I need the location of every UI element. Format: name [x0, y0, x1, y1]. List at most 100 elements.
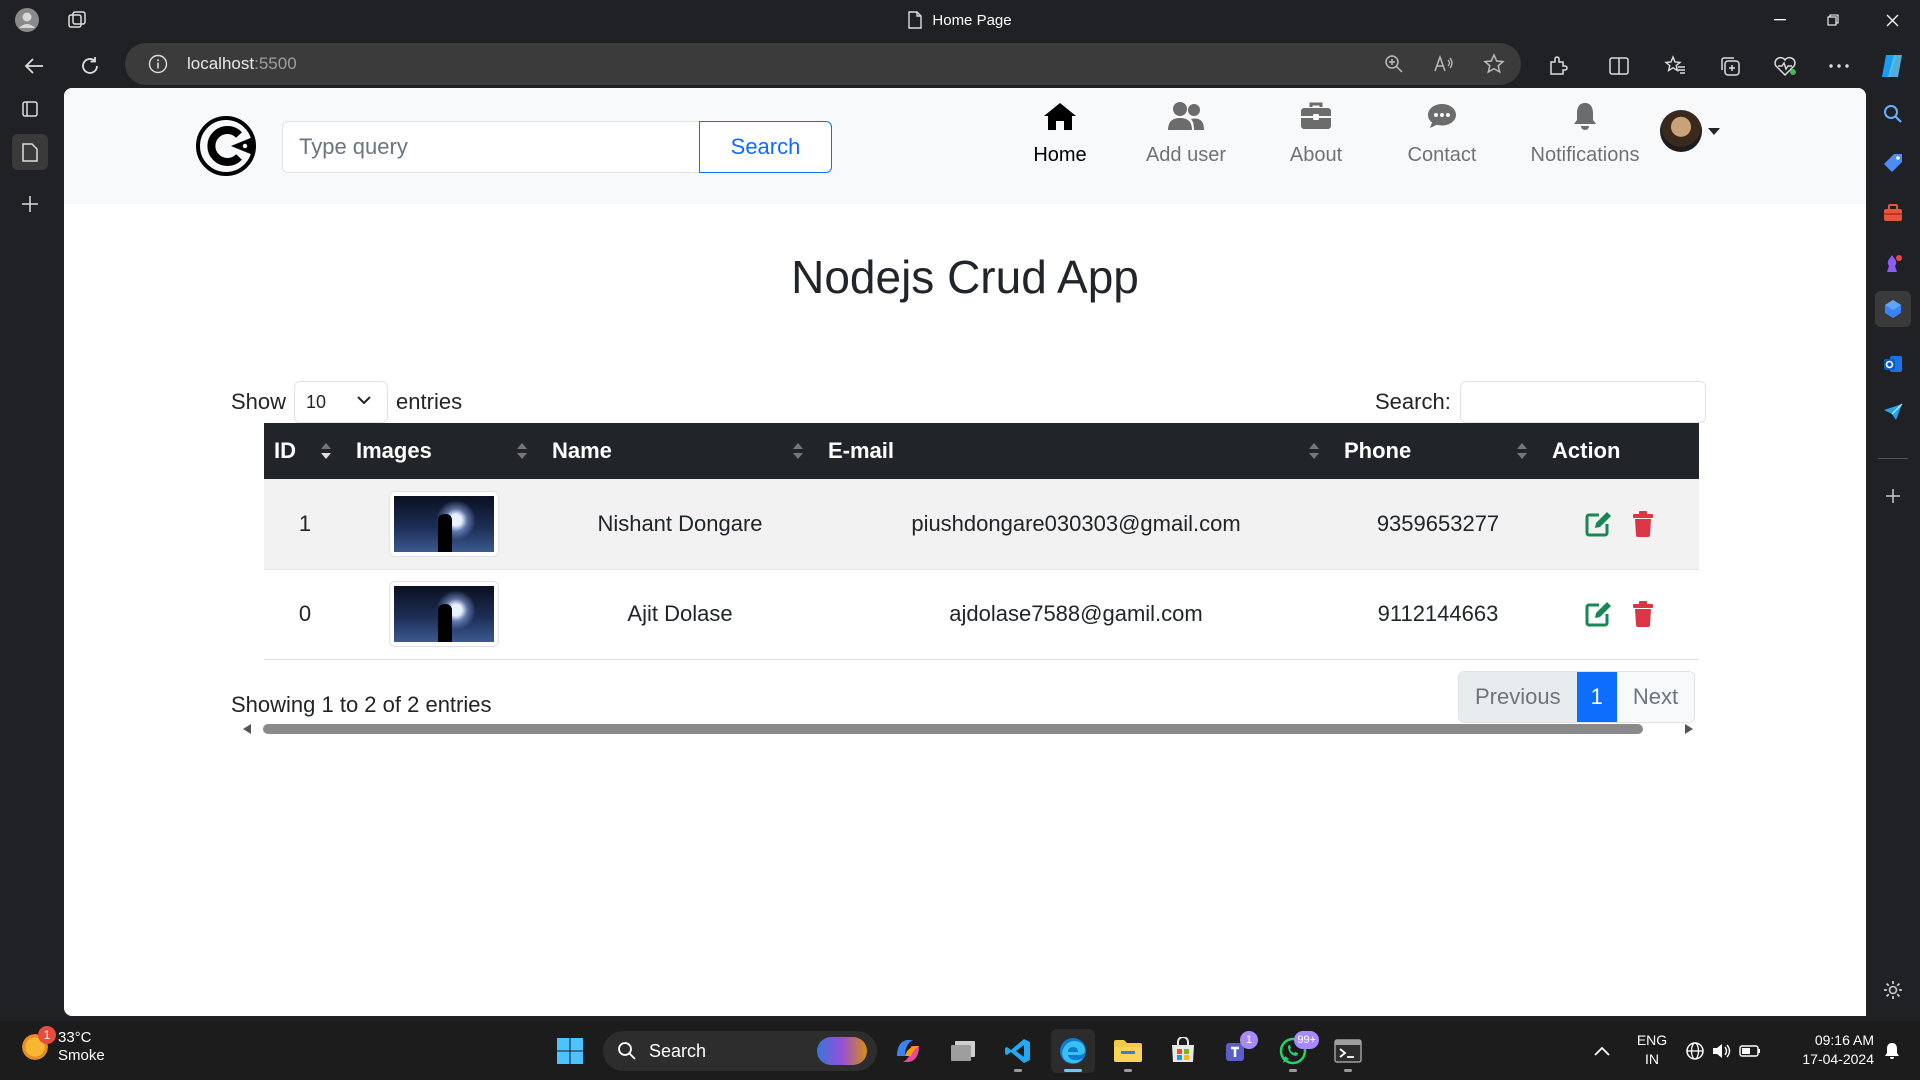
whatsapp-badge: 99+ [1294, 1031, 1319, 1049]
next-button[interactable]: Next [1616, 672, 1695, 722]
back-button[interactable] [16, 48, 52, 84]
nav-notifications-label: Notifications [1530, 144, 1640, 166]
games-icon[interactable] [1875, 245, 1911, 281]
entries-select[interactable]: 10 [294, 381, 389, 423]
new-tab-button[interactable] [12, 186, 48, 222]
column-header-action: Action [1542, 423, 1699, 479]
avatar[interactable] [1660, 110, 1702, 152]
browser-essentials-icon[interactable] [1767, 48, 1803, 84]
shopping-tag-icon[interactable] [1875, 145, 1911, 181]
chevron-down-icon[interactable] [1708, 128, 1720, 135]
copilot-icon[interactable] [1874, 48, 1910, 84]
briefcase-icon [1296, 96, 1336, 136]
address-bar[interactable]: localhost:5500 [125, 43, 1521, 85]
delete-icon[interactable] [1628, 509, 1658, 539]
scroll-left-icon[interactable] [243, 724, 251, 734]
collections-icon[interactable] [1712, 48, 1748, 84]
cell-name: Ajit Dolase [542, 569, 818, 660]
taskbar-task-view[interactable] [941, 1029, 985, 1073]
cell-phone: 9359653277 [1334, 479, 1542, 570]
url-text[interactable]: localhost:5500 [187, 43, 297, 85]
weather-widget[interactable]: 1 33°C Smoke [20, 1026, 105, 1065]
site-info-icon[interactable] [146, 52, 170, 76]
nav-notifications[interactable]: Notifications [1510, 94, 1660, 194]
taskbar-vscode[interactable] [996, 1029, 1040, 1073]
store-icon [1172, 1037, 1194, 1062]
nav-about[interactable]: About [1251, 94, 1381, 194]
nav-contact[interactable]: Contact [1377, 94, 1507, 194]
column-header-name[interactable]: Name [542, 423, 818, 479]
page-1-button[interactable]: 1 [1576, 672, 1617, 722]
more-options-icon[interactable] [1821, 48, 1857, 84]
nav-home-label: Home [1033, 144, 1087, 166]
drop-icon[interactable] [1875, 394, 1911, 430]
app-logo[interactable] [195, 115, 257, 177]
web-page: Search Home Add user About Contact [64, 88, 1866, 1016]
split-screen-icon[interactable] [1601, 48, 1637, 84]
add-sidebar-app-icon[interactable] [1875, 478, 1911, 514]
column-header-images[interactable]: Images [346, 423, 542, 479]
taskbar-search[interactable]: Search [603, 1031, 877, 1071]
taskbar-store[interactable] [1161, 1029, 1205, 1073]
cell-name: Nishant Dongare [542, 479, 818, 570]
read-aloud-icon[interactable] [1432, 52, 1456, 76]
table-info: Showing 1 to 2 of 2 entries [231, 692, 492, 717]
minimize-button[interactable] [1750, 0, 1810, 40]
terminal-icon [1334, 1039, 1362, 1063]
zoom-icon[interactable] [1382, 52, 1406, 76]
edit-icon[interactable] [1584, 599, 1614, 629]
taskbar-edge[interactable] [1051, 1029, 1095, 1073]
search-icon[interactable] [1875, 96, 1911, 132]
settings-gear-icon[interactable] [1875, 972, 1911, 1008]
horizontal-scrollbar[interactable] [237, 721, 1699, 737]
tools-icon[interactable] [1875, 195, 1911, 231]
previous-button[interactable]: Previous [1459, 672, 1577, 722]
clock[interactable]: 09:16 AM 17-04-2024 [1774, 1031, 1874, 1069]
taskbar-whatsapp[interactable]: 99+ [1271, 1029, 1319, 1073]
restore-button[interactable] [1803, 0, 1863, 40]
sort-icon [1517, 443, 1527, 459]
filter-label: Search: [1375, 389, 1451, 414]
scrollbar-thumb[interactable] [263, 724, 1643, 734]
scroll-right-icon[interactable] [1685, 724, 1693, 734]
table-search-input[interactable] [1459, 381, 1706, 423]
delete-icon[interactable] [1628, 599, 1658, 629]
nav-add-user[interactable]: Add user [1121, 94, 1251, 194]
network-globe-icon [1686, 1042, 1704, 1060]
column-header-id[interactable]: ID [264, 423, 346, 479]
start-button[interactable] [548, 1029, 592, 1073]
taskbar-copilot[interactable] [886, 1029, 930, 1073]
close-window-button[interactable] [1862, 0, 1920, 40]
tab-home-page[interactable] [12, 134, 48, 170]
favorites-icon[interactable] [1657, 48, 1693, 84]
taskbar-terminal[interactable] [1326, 1029, 1370, 1073]
sort-desc-icon [321, 443, 331, 459]
refresh-button[interactable] [72, 48, 108, 84]
extensions-icon[interactable] [1540, 48, 1576, 84]
browser-toolbar: localhost:5500 [0, 40, 1920, 88]
region-code: IN [1645, 1051, 1659, 1067]
nav-home[interactable]: Home [995, 94, 1125, 194]
show-hidden-icons-button[interactable] [1580, 1029, 1624, 1073]
favorite-star-icon[interactable] [1482, 52, 1506, 76]
taskbar-file-explorer[interactable] [1106, 1029, 1150, 1073]
notifications-button[interactable] [1872, 1029, 1912, 1073]
browser-sidebar [1866, 88, 1920, 1016]
search-button[interactable]: Search [699, 121, 832, 173]
outlook-icon[interactable] [1875, 346, 1911, 382]
input-language[interactable]: ENG IN [1632, 1031, 1672, 1069]
edit-icon[interactable] [1584, 509, 1614, 539]
column-header-phone[interactable]: Phone [1334, 423, 1542, 479]
taskbar-teams[interactable]: 1 [1216, 1029, 1260, 1073]
column-header-label: Name [552, 438, 612, 463]
temperature: 33°C [58, 1029, 92, 1046]
microsoft-365-icon[interactable] [1875, 291, 1911, 327]
battery-icon [1739, 1045, 1760, 1057]
query-input[interactable] [282, 121, 701, 173]
cell-actions [1542, 569, 1699, 660]
tab-actions-icon[interactable] [12, 91, 48, 127]
entries-length-control: Show 10 entries [231, 381, 462, 423]
column-header-email[interactable]: E-mail [818, 423, 1334, 479]
entries-label: entries [396, 389, 463, 414]
quick-settings-button[interactable] [1684, 1029, 1764, 1073]
